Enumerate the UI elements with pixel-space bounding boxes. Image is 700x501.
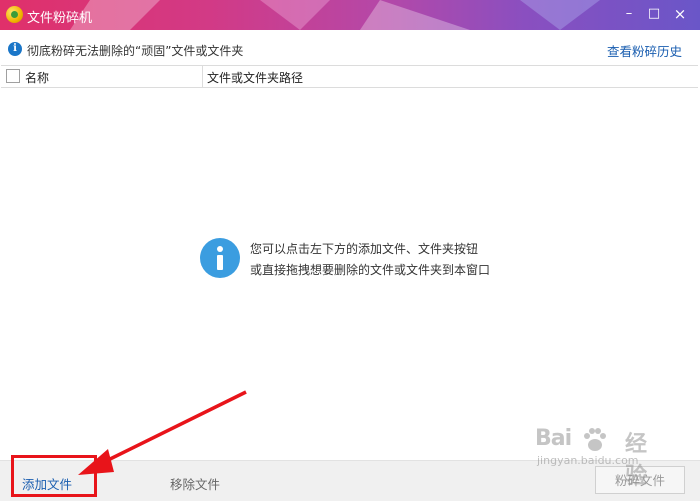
column-header-name[interactable]: 名称 [25, 69, 49, 86]
watermark-brand-left: Bai [535, 426, 572, 451]
app-logo-icon [6, 6, 23, 23]
column-divider[interactable] [202, 66, 203, 87]
window-title: 文件粉碎机 [27, 11, 93, 26]
annotation-highlight-box [11, 455, 97, 497]
minimize-button[interactable]: – [618, 4, 640, 24]
info-icon: i [8, 42, 22, 56]
close-button[interactable]: × [669, 4, 691, 24]
remove-file-button[interactable]: 移除文件 [170, 474, 220, 493]
maximize-button[interactable]: □ [643, 4, 665, 24]
empty-state-line-2: 或直接拖拽想要删除的文件或文件夹到本窗口 [250, 263, 491, 277]
watermark-domain: jingyan.baidu.com [537, 454, 639, 467]
paw-icon [584, 428, 606, 451]
title-bar [0, 0, 700, 30]
table-header: 名称 文件或文件夹路径 [1, 65, 698, 88]
column-header-path[interactable]: 文件或文件夹路径 [207, 69, 303, 86]
view-history-link[interactable]: 查看粉碎历史 [607, 41, 682, 60]
title-bar-decoration [70, 0, 600, 30]
select-all-checkbox[interactable] [6, 69, 20, 83]
info-text: 彻底粉碎无法删除的“顽固”文件或文件夹 [27, 44, 244, 58]
info-icon [200, 238, 240, 278]
empty-state-line-1: 您可以点击左下方的添加文件、文件夹按钮 [250, 242, 479, 256]
